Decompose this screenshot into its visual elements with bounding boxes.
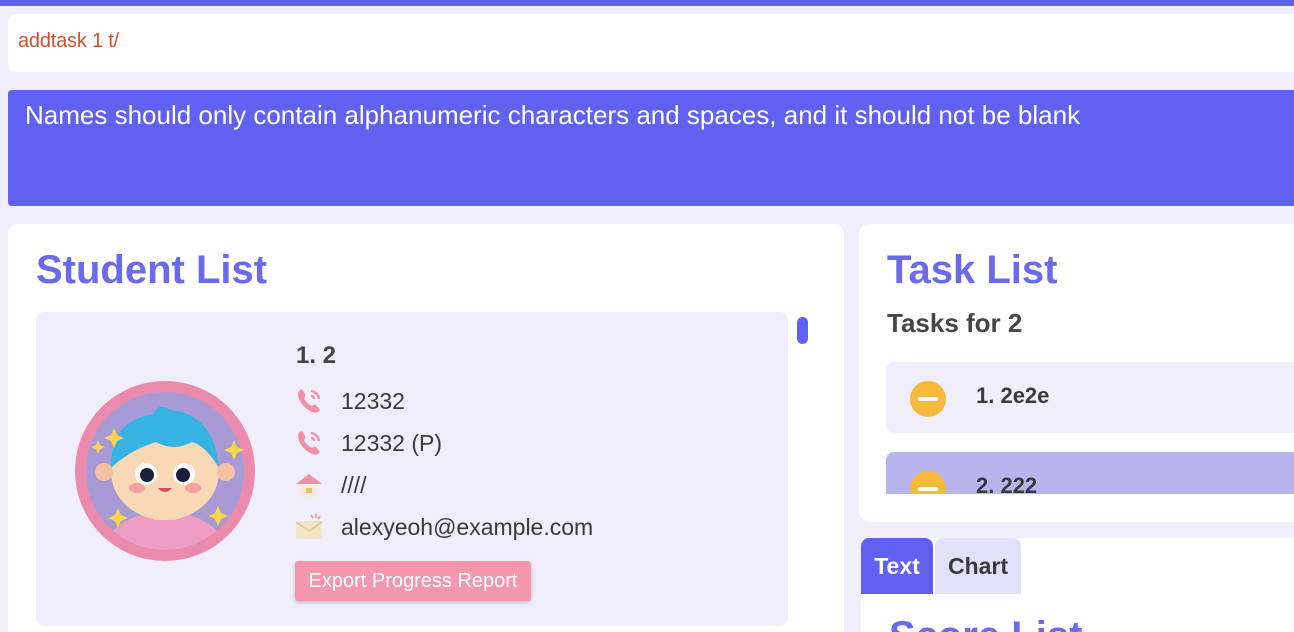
student-card[interactable]: 1. 2 12332 12332 (P) //// alexyeoh@examp… bbox=[36, 312, 788, 626]
student-email: alexyeoh@example.com bbox=[341, 513, 594, 540]
house-icon bbox=[296, 474, 322, 497]
result-message: Names should only contain alphanumeric c… bbox=[25, 100, 1081, 130]
score-list-title: Score List bbox=[889, 614, 1082, 632]
task-list-title: Task List bbox=[887, 248, 1058, 292]
student-phone: 12332 bbox=[341, 387, 405, 414]
task-list-subtitle: Tasks for 2 bbox=[887, 308, 1023, 338]
student-phone-row: 12332 bbox=[294, 386, 405, 416]
task-item[interactable]: 2. 222 bbox=[886, 452, 1294, 494]
export-progress-report-button[interactable]: Export Progress Report bbox=[295, 561, 531, 601]
task-item[interactable]: 1. 2e2e bbox=[886, 362, 1294, 433]
tab-text[interactable]: Text bbox=[861, 538, 933, 594]
task-list-panel: Task List Tasks for 2 1. 2e2e 2. 222 bbox=[859, 224, 1294, 522]
task-list-view[interactable]: 1. 2e2e 2. 222 bbox=[886, 362, 1294, 494]
minus-circle-icon bbox=[910, 381, 946, 417]
command-input-text[interactable]: addtask 1 t/ bbox=[18, 30, 119, 53]
result-display: Names should only contain alphanumeric c… bbox=[8, 90, 1294, 206]
student-list-title: Student List bbox=[36, 248, 268, 292]
phone-icon bbox=[298, 431, 321, 455]
task-label: 1. 2e2e bbox=[976, 383, 1050, 408]
minus-circle-icon bbox=[910, 471, 946, 494]
student-address-row: //// bbox=[294, 470, 367, 500]
student-name: 1. 2 bbox=[296, 342, 337, 369]
student-parent-phone: 12332 (P) bbox=[341, 429, 443, 456]
student-email-row: alexyeoh@example.com bbox=[294, 512, 593, 542]
student-avatar bbox=[75, 381, 255, 561]
window-top-border bbox=[0, 0, 1294, 6]
student-list-panel: Student List 1. 2 12332 12332 (P) //// a… bbox=[8, 224, 844, 632]
phone-icon bbox=[298, 389, 321, 413]
student-list-scrollbar[interactable] bbox=[797, 317, 808, 344]
task-label: 2. 222 bbox=[976, 473, 1038, 494]
student-address: //// bbox=[341, 471, 367, 498]
envelope-icon bbox=[295, 514, 323, 539]
tab-chart[interactable]: Chart bbox=[935, 538, 1021, 594]
command-input[interactable] bbox=[8, 14, 1294, 72]
student-parent-phone-row: 12332 (P) bbox=[294, 428, 442, 458]
